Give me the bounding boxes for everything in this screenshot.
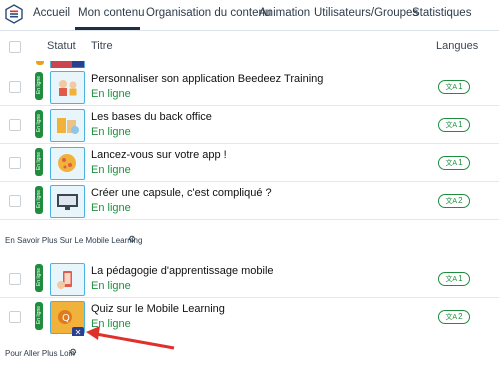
status-pill: En ligne <box>35 302 43 330</box>
status-pill: En ligne <box>35 186 43 214</box>
nav-accueil[interactable]: Accueil <box>33 7 70 19</box>
annotation-arrow-icon <box>86 326 175 350</box>
nav-organisation-du-contenu[interactable]: Organisation du contenu <box>146 7 271 19</box>
status-pill: En ligne <box>35 72 43 100</box>
nav-animation[interactable]: Animation <box>259 7 310 19</box>
status-pill: En ligne <box>35 110 43 138</box>
row-title[interactable]: Personnaliser son application Beedeez Tr… <box>91 73 323 85</box>
monitor-icon[interactable] <box>50 185 85 218</box>
translate-icon: 文A <box>445 314 458 321</box>
nav-mon-contenu[interactable]: Mon contenu <box>78 7 145 19</box>
language-badge[interactable]: 文A1 <box>438 156 470 170</box>
table-row[interactable]: En ligne Les bases du back office En lig… <box>0 106 499 144</box>
header-titre[interactable]: Titre <box>91 40 113 52</box>
hand-phone-icon[interactable] <box>50 263 85 296</box>
edit-icon[interactable] <box>72 61 84 67</box>
row-title[interactable]: Lancez-vous sur votre app ! <box>91 149 227 161</box>
status-pill: En ligne <box>35 148 43 176</box>
section-title: En Savoir Plus Sur Le Mobile Learning <box>5 236 143 245</box>
header-langues[interactable]: Langues <box>436 40 478 52</box>
row-checkbox[interactable] <box>9 273 21 285</box>
people-icon[interactable] <box>50 71 85 104</box>
table-row[interactable]: En ligne Créer une capsule, c'est compli… <box>0 182 499 220</box>
table-row[interactable]: En ligne Personnaliser son application B… <box>0 68 499 106</box>
table-row[interactable]: En ligne Lancez-vous sur votre app ! En … <box>0 144 499 182</box>
translate-icon: 文A <box>445 276 458 283</box>
row-checkbox[interactable] <box>9 157 21 169</box>
status-pill <box>36 61 44 65</box>
status-pill: En ligne <box>35 264 43 292</box>
row-status: En ligne <box>91 280 131 292</box>
svg-text:Q: Q <box>62 313 70 324</box>
row-title[interactable]: La pédagogie d'apprentissage mobile <box>91 265 274 277</box>
row-checkbox[interactable] <box>9 311 21 323</box>
row-title[interactable]: Les bases du back office <box>91 111 212 123</box>
row-status: En ligne <box>91 202 131 214</box>
app-logo-icon[interactable] <box>4 4 24 24</box>
language-badge[interactable]: 文A1 <box>438 80 470 94</box>
row-title[interactable]: Quiz sur le Mobile Learning <box>91 303 225 315</box>
globe-icon[interactable] <box>50 147 85 180</box>
gear-icon[interactable]: ⚙ <box>69 347 77 358</box>
row-checkbox[interactable] <box>9 81 21 93</box>
top-navigation: Accueil Mon contenu Organisation du cont… <box>0 0 499 31</box>
nav-utilisateurs-groupes[interactable]: Utilisateurs/Groupes <box>314 7 418 19</box>
table-header: Statut Titre Langues <box>0 30 499 62</box>
row-checkbox[interactable] <box>9 119 21 131</box>
language-badge[interactable]: 文A1 <box>438 272 470 286</box>
language-badge[interactable]: 文A2 <box>438 194 470 208</box>
select-all-checkbox[interactable] <box>9 41 21 53</box>
row-status: En ligne <box>91 164 131 176</box>
language-badge[interactable]: 文A1 <box>438 118 470 132</box>
translate-icon: 文A <box>445 198 458 205</box>
section-title: Pour Aller Plus Loin <box>5 349 75 358</box>
language-badge[interactable]: 文A2 <box>438 310 470 324</box>
row-status: En ligne <box>91 88 131 100</box>
row-status: En ligne <box>91 126 131 138</box>
nav-statistiques[interactable]: Statistiques <box>412 7 471 19</box>
section-header: Pour Aller Plus Loin ⚙ <box>0 336 499 367</box>
translate-icon: 文A <box>445 84 458 91</box>
row-title[interactable]: Créer une capsule, c'est compliqué ? <box>91 187 272 199</box>
section-header: En Savoir Plus Sur Le Mobile Learning ⚙ <box>0 220 499 261</box>
table-row[interactable]: En ligne La pédagogie d'apprentissage mo… <box>0 260 499 298</box>
header-statut[interactable]: Statut <box>47 40 76 52</box>
translate-icon: 文A <box>445 122 458 129</box>
translate-icon: 文A <box>445 160 458 167</box>
books-icon[interactable] <box>50 109 85 142</box>
gear-icon[interactable]: ⚙ <box>128 234 136 245</box>
row-checkbox[interactable] <box>9 195 21 207</box>
